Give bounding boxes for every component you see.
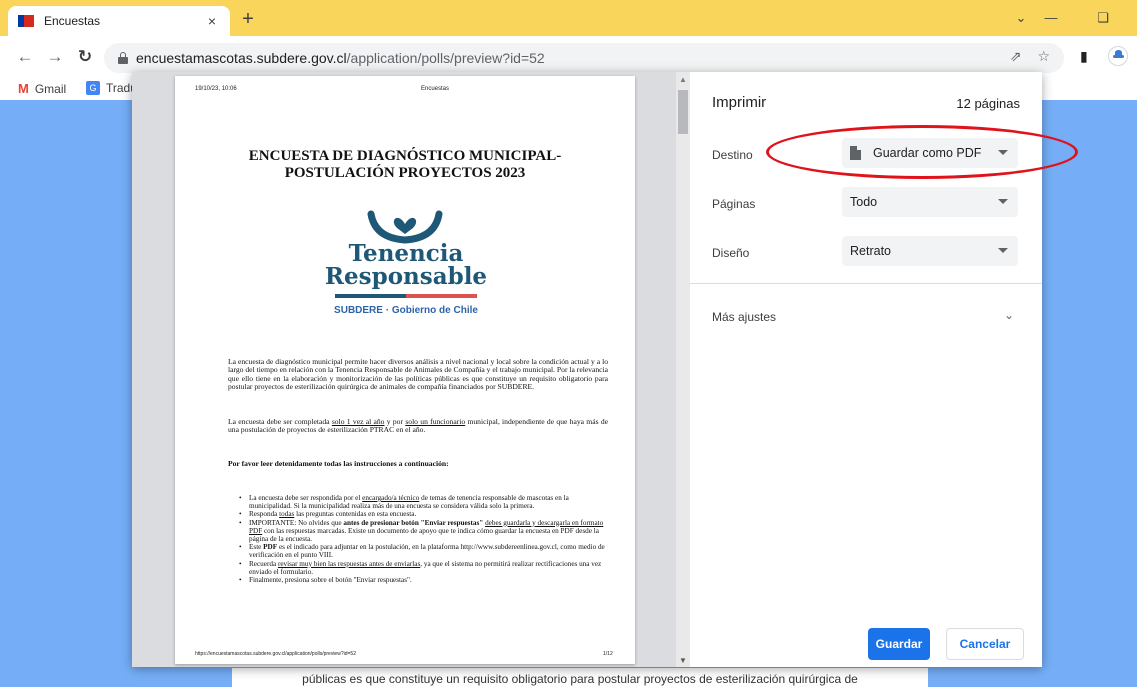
- tab-strip: Encuestas × + ⌄ — ❏: [0, 0, 1137, 36]
- bookmark-gmail[interactable]: M Gmail: [18, 81, 66, 96]
- scrollbar-thumb[interactable]: [678, 90, 688, 134]
- dropdown-caret-icon: [998, 248, 1008, 253]
- tab-title: Encuestas: [44, 14, 101, 28]
- logo-text-line2: Responsable: [324, 263, 488, 290]
- gmail-icon: M: [18, 81, 29, 96]
- heart-hands-icon: [367, 210, 443, 244]
- more-settings-toggle[interactable]: Más ajustes: [712, 310, 776, 324]
- share-icon[interactable]: ⇗: [1010, 48, 1022, 65]
- preview-scrollbar[interactable]: [676, 72, 690, 667]
- list-item: Finalmente, presiona sobre el botón "Env…: [239, 576, 609, 584]
- intro-paragraph: La encuesta de diagnóstico municipal per…: [228, 357, 608, 392]
- minimize-icon[interactable]: —: [1040, 8, 1062, 28]
- frequency-paragraph: La encuesta debe ser completada solo 1 v…: [228, 417, 608, 435]
- browser-tab[interactable]: Encuestas ×: [8, 6, 230, 36]
- logo-flag-bar: [335, 294, 477, 298]
- destination-value: Guardar como PDF: [873, 146, 982, 160]
- save-button[interactable]: Guardar: [868, 628, 930, 660]
- new-tab-button[interactable]: +: [236, 8, 260, 32]
- page-behind-text: públicas es que constituye un requisito …: [302, 672, 858, 686]
- pages-select[interactable]: Todo: [842, 187, 1018, 217]
- chevron-down-icon[interactable]: ⌄: [1004, 308, 1018, 322]
- chile-flag-favicon-icon: [18, 15, 34, 27]
- lock-icon: [118, 52, 128, 64]
- restore-window-icon[interactable]: ❏: [1092, 8, 1114, 28]
- url-domain: encuestamascotas.subdere.gov.cl: [136, 50, 347, 66]
- back-arrow-icon[interactable]: ←: [14, 46, 36, 68]
- page-header-title: Encuestas: [421, 86, 450, 92]
- page-count: 12 páginas: [956, 96, 1020, 111]
- address-bar[interactable]: encuestamascotas.subdere.gov.cl/applicat…: [104, 43, 1064, 73]
- list-item: IMPORTANTE: No olvides que antes de pres…: [239, 519, 609, 544]
- cancel-button[interactable]: Cancelar: [946, 628, 1024, 660]
- tenencia-responsable-logo: Tenencia Responsable SUBDERE · Gobierno …: [323, 202, 489, 324]
- layout-label: Diseño: [712, 246, 750, 260]
- tab-search-chevron-icon[interactable]: ⌄: [1010, 8, 1032, 28]
- destination-select[interactable]: Guardar como PDF: [842, 138, 1018, 168]
- dropdown-caret-icon: [998, 150, 1008, 155]
- dropdown-caret-icon: [998, 199, 1008, 204]
- scroll-down-arrow-icon[interactable]: ▼: [678, 656, 688, 666]
- page-header-date: 19/10/23, 10:06: [195, 86, 237, 92]
- print-dialog: 19/10/23, 10:06 Encuestas ENCUESTA DE DI…: [132, 72, 1042, 667]
- list-item: La encuesta debe ser respondida por el e…: [239, 494, 609, 510]
- scroll-up-arrow-icon[interactable]: ▲: [678, 75, 688, 85]
- document-title: ENCUESTA DE DIAGNÓSTICO MUNICIPAL- POSTU…: [175, 148, 635, 182]
- forward-arrow-icon[interactable]: →: [44, 46, 66, 68]
- logo-subtitle: SUBDERE · Gobierno de Chile: [334, 305, 478, 316]
- reload-icon[interactable]: ↻: [74, 46, 96, 68]
- preview-page: 19/10/23, 10:06 Encuestas ENCUESTA DE DI…: [175, 76, 635, 664]
- print-preview-area[interactable]: 19/10/23, 10:06 Encuestas ENCUESTA DE DI…: [132, 72, 690, 667]
- profile-avatar-icon[interactable]: [1108, 46, 1128, 66]
- layout-select[interactable]: Retrato: [842, 236, 1018, 266]
- page-footer-number: 1/12: [603, 651, 613, 657]
- destination-label: Destino: [712, 148, 753, 162]
- document-title-line2: POSTULACIÓN PROYECTOS 2023: [284, 165, 526, 181]
- document-icon: [850, 146, 861, 160]
- list-item: Recuerda revisar muy bien las respuestas…: [239, 560, 609, 576]
- url-path: /application/polls/preview?id=52: [346, 50, 545, 66]
- document-title-line1: ENCUESTA DE DIAGNÓSTICO MUNICIPAL-: [248, 148, 562, 164]
- page-footer-url: https://encuestamascotas.subdere.gov.cl/…: [195, 651, 356, 657]
- translate-icon: G: [86, 81, 100, 95]
- list-item: Este PDF es el indicado para adjuntar en…: [239, 543, 609, 559]
- star-icon[interactable]: ☆: [1037, 48, 1050, 65]
- side-panel-icon[interactable]: ▮: [1080, 48, 1088, 65]
- settings-divider: [690, 283, 1042, 284]
- bookmark-translate[interactable]: G Tradu: [86, 81, 137, 95]
- instructions-heading: Por favor leer detenidamente todas las i…: [228, 459, 449, 468]
- instructions-list: La encuesta debe ser respondida por el e…: [239, 494, 609, 584]
- print-settings-panel: Imprimir 12 páginas Destino Guardar como…: [690, 72, 1042, 667]
- pages-label: Páginas: [712, 197, 756, 211]
- print-title: Imprimir: [712, 94, 767, 111]
- layout-value: Retrato: [850, 244, 891, 258]
- list-item: Responda todas las preguntas contenidas …: [239, 510, 609, 518]
- bookmark-label: Gmail: [34, 81, 67, 96]
- tab-close-icon[interactable]: ×: [204, 13, 220, 29]
- pages-value: Todo: [850, 195, 878, 209]
- browser-window: Encuestas × + ⌄ — ❏ ← → ↻ encuestamascot…: [0, 0, 1137, 687]
